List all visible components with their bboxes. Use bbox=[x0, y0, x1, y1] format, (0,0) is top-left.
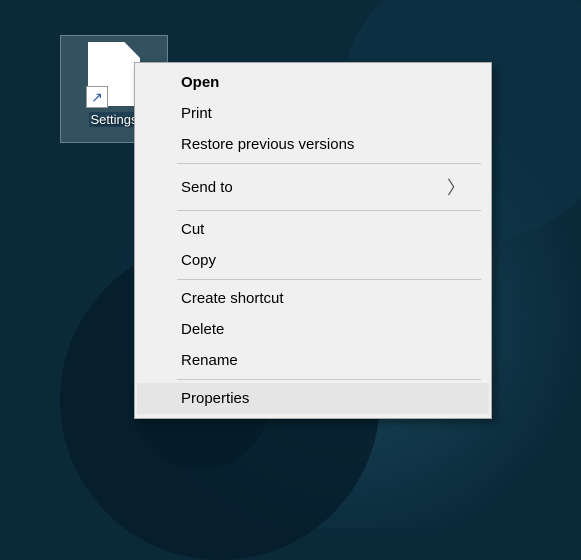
menu-item-label: Print bbox=[181, 105, 212, 122]
menu-item-restore-previous-versions[interactable]: Restore previous versions bbox=[137, 129, 489, 160]
chevron-right-icon: 〉 bbox=[447, 174, 465, 200]
menu-item-print[interactable]: Print bbox=[137, 98, 489, 129]
menu-separator bbox=[177, 210, 481, 211]
menu-item-cut[interactable]: Cut bbox=[137, 214, 489, 245]
file-icon-wrap: ↗ bbox=[88, 42, 140, 106]
context-menu: Open Print Restore previous versions Sen… bbox=[134, 62, 492, 419]
menu-item-label: Restore previous versions bbox=[181, 136, 354, 153]
menu-item-send-to[interactable]: Send to 〉 bbox=[137, 167, 489, 207]
menu-item-rename[interactable]: Rename bbox=[137, 345, 489, 376]
menu-item-label: Properties bbox=[181, 390, 249, 407]
menu-item-properties[interactable]: Properties bbox=[137, 383, 489, 414]
menu-separator bbox=[177, 279, 481, 280]
shortcut-arrow-icon: ↗ bbox=[86, 86, 108, 108]
menu-separator bbox=[177, 379, 481, 380]
menu-item-label: Copy bbox=[181, 252, 216, 269]
menu-item-copy[interactable]: Copy bbox=[137, 245, 489, 276]
menu-item-label: Send to bbox=[181, 179, 233, 196]
menu-item-label: Rename bbox=[181, 352, 238, 369]
menu-item-create-shortcut[interactable]: Create shortcut bbox=[137, 283, 489, 314]
menu-item-label: Delete bbox=[181, 321, 224, 338]
menu-item-label: Cut bbox=[181, 221, 204, 238]
menu-item-delete[interactable]: Delete bbox=[137, 314, 489, 345]
menu-item-label: Create shortcut bbox=[181, 290, 284, 307]
menu-item-open[interactable]: Open bbox=[137, 67, 489, 98]
desktop-icon-label: Settings bbox=[89, 112, 140, 127]
menu-item-label: Open bbox=[181, 74, 219, 91]
menu-separator bbox=[177, 163, 481, 164]
